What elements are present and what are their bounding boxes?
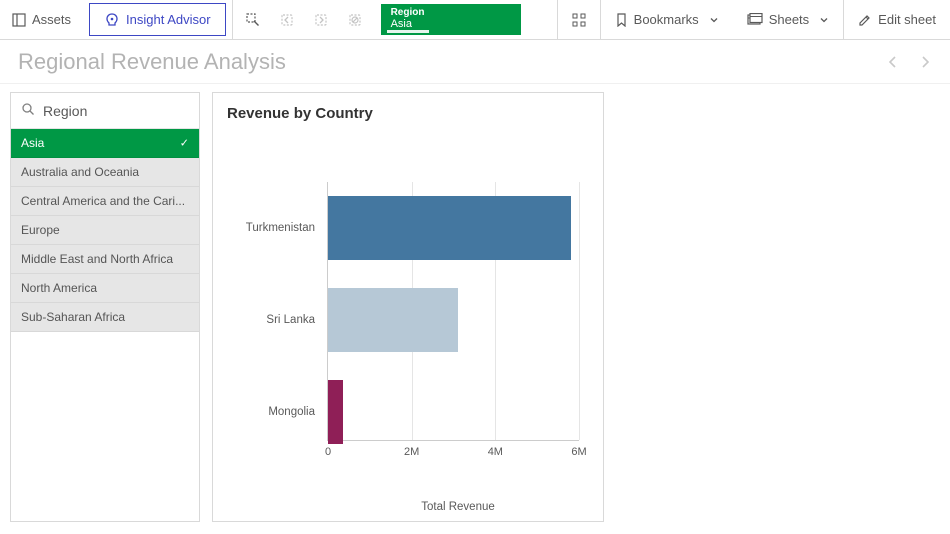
edit-sheet-button[interactable]: Edit sheet [844, 0, 950, 39]
x-tick: 2M [404, 446, 419, 458]
category-label: Sri Lanka [227, 314, 321, 326]
step-forward-icon [309, 8, 333, 32]
clear-selections-icon [343, 8, 367, 32]
plot-area: 02M4M6M [327, 182, 579, 441]
filter-item[interactable]: North America [11, 274, 199, 303]
bookmarks-button[interactable]: Bookmarks [601, 0, 733, 39]
filter-item[interactable]: Asia [11, 129, 199, 158]
bar[interactable] [328, 288, 458, 352]
category-label: Turkmenistan [227, 222, 321, 234]
top-toolbar: Assets Insight Advisor Region As [0, 0, 950, 40]
pencil-icon [858, 13, 872, 27]
sheets-button[interactable]: Sheets [733, 0, 843, 39]
filter-item[interactable]: Middle East and North Africa [11, 245, 199, 274]
chevron-down-icon [709, 15, 719, 25]
insight-icon [104, 12, 120, 28]
sheets-label: Sheets [769, 12, 809, 27]
chart-card[interactable]: Revenue by Country 02M4M6M TurkmenistanS… [212, 92, 604, 522]
filter-item[interactable]: Australia and Oceania [11, 158, 199, 187]
assets-label: Assets [32, 12, 71, 27]
filter-list: AsiaAustralia and OceaniaCentral America… [11, 129, 199, 332]
selection-pill-region[interactable]: Region Asia [381, 4, 521, 35]
chart-title: Revenue by Country [227, 105, 589, 122]
insight-advisor-button[interactable]: Insight Advisor [89, 3, 226, 36]
gridline [579, 182, 580, 440]
selection-pill-value: Asia [391, 19, 511, 31]
x-axis-label: Total Revenue [327, 501, 589, 513]
filter-item[interactable]: Sub-Saharan Africa [11, 303, 199, 332]
filter-item[interactable]: Europe [11, 216, 199, 245]
category-label: Mongolia [227, 406, 321, 418]
smart-search-icon[interactable] [241, 8, 265, 32]
edit-sheet-label: Edit sheet [878, 12, 936, 27]
panel-icon [12, 13, 26, 27]
sheets-icon [747, 13, 763, 26]
x-tick: 0 [325, 446, 331, 458]
x-tick: 6M [571, 446, 586, 458]
bar[interactable] [328, 380, 343, 444]
sheet-workspace: Region AsiaAustralia and OceaniaCentral … [0, 84, 950, 534]
filter-pane-header[interactable]: Region [11, 93, 199, 129]
filter-item[interactable]: Central America and the Cari... [11, 187, 199, 216]
filter-pane-region: Region AsiaAustralia and OceaniaCentral … [10, 92, 200, 522]
filter-field-label: Region [43, 103, 87, 119]
prev-sheet-button[interactable] [886, 49, 900, 75]
assets-button[interactable]: Assets [0, 0, 83, 39]
x-tick: 4M [488, 446, 503, 458]
sheet-title-bar: Regional Revenue Analysis [0, 40, 950, 84]
selection-pill-indicator [387, 30, 429, 33]
selections-tool-button[interactable] [558, 0, 600, 39]
search-icon [21, 102, 35, 119]
chevron-down-icon [819, 15, 829, 25]
bookmarks-label: Bookmarks [634, 12, 699, 27]
grid-icon [572, 13, 586, 27]
page-title: Regional Revenue Analysis [18, 49, 286, 75]
bookmark-icon [615, 13, 628, 27]
step-back-icon [275, 8, 299, 32]
bar[interactable] [328, 196, 571, 260]
next-sheet-button[interactable] [918, 49, 932, 75]
insight-advisor-label: Insight Advisor [126, 12, 211, 27]
chart-body: 02M4M6M TurkmenistanSri LankaMongolia [227, 134, 589, 495]
selections-tool-group [233, 0, 375, 39]
